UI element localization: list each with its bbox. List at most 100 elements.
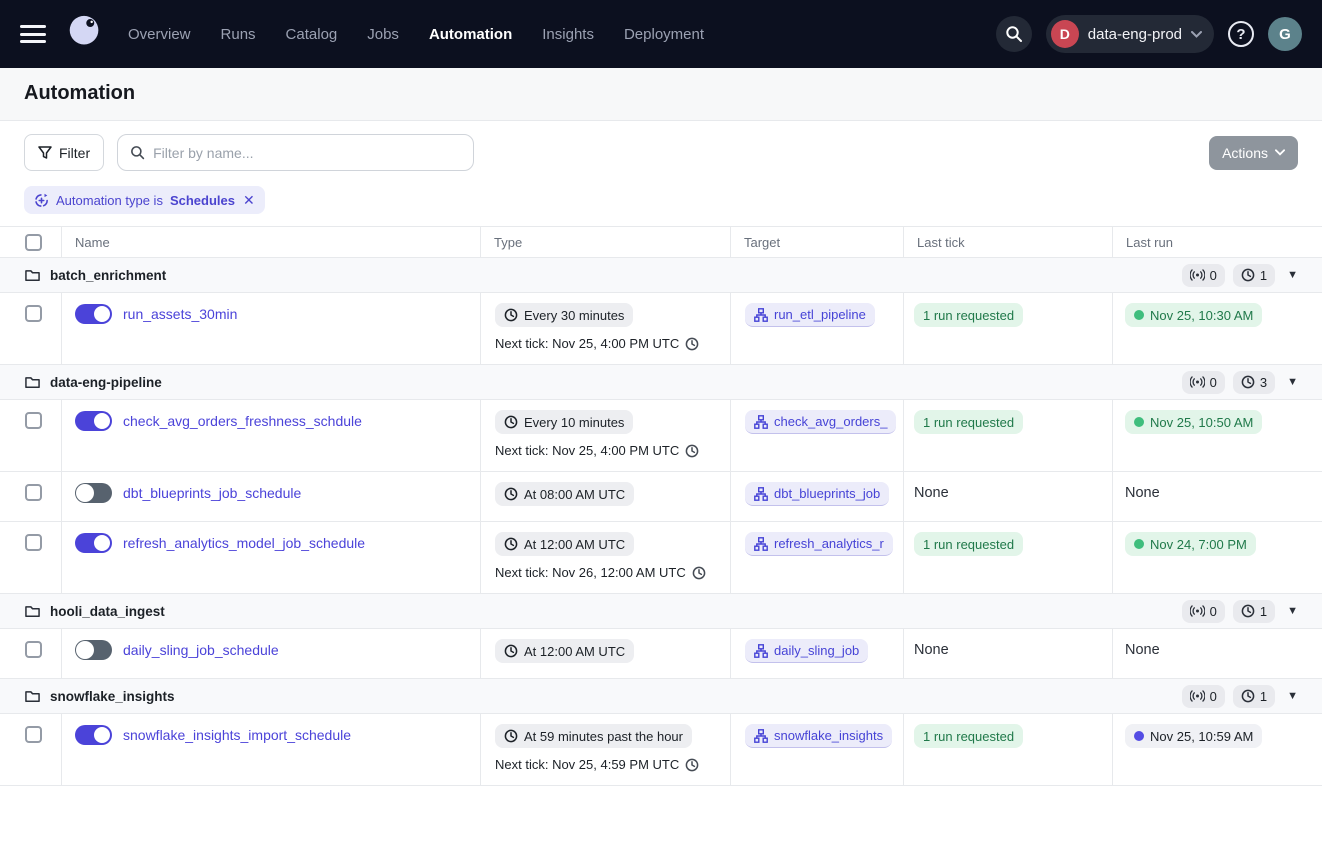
nav-item-deployment[interactable]: Deployment: [624, 26, 704, 43]
row-checkbox[interactable]: [25, 412, 42, 429]
dagster-logo-icon[interactable]: [64, 12, 106, 56]
workspace-switcher[interactable]: D data-eng-prod: [1046, 15, 1214, 53]
actions-button[interactable]: Actions: [1209, 136, 1298, 170]
clock-icon: [685, 444, 699, 458]
row-checkbox[interactable]: [25, 305, 42, 322]
last-tick-none: None: [914, 639, 949, 658]
nav-item-automation[interactable]: Automation: [429, 26, 512, 43]
last-run-pill[interactable]: Nov 25, 10:50 AM: [1125, 410, 1262, 434]
target-pill[interactable]: dbt_blueprints_job: [745, 482, 889, 506]
sensor-count: 0: [1210, 268, 1217, 283]
toggle-knob: [93, 412, 111, 430]
schedule-toggle[interactable]: [75, 411, 112, 431]
group-row-hooli_data_ingest[interactable]: hooli_data_ingest 01 ▼: [0, 594, 1322, 629]
nav-item-overview[interactable]: Overview: [128, 26, 191, 43]
type-cell: At 08:00 AM UTC: [481, 472, 731, 521]
sensor-count-badge: 0: [1182, 264, 1225, 287]
last-run-pill[interactable]: Nov 25, 10:30 AM: [1125, 303, 1262, 327]
last-tick-cell: 1 run requested: [904, 400, 1113, 471]
target-cell: daily_sling_job: [731, 629, 904, 678]
target-cell: dbt_blueprints_job: [731, 472, 904, 521]
row-checkbox[interactable]: [25, 484, 42, 501]
column-header-target: Target: [731, 227, 904, 257]
collapse-caret-icon[interactable]: ▼: [1287, 690, 1298, 702]
last-run-pill[interactable]: Nov 25, 10:59 AM: [1125, 724, 1262, 748]
sensor-count-badge: 0: [1182, 685, 1225, 708]
target-pill[interactable]: snowflake_insights: [745, 724, 892, 748]
target-pill[interactable]: check_avg_orders_: [745, 410, 896, 434]
search-icon: [130, 145, 145, 160]
filter-tag-row: Automation type is Schedules ✕: [0, 184, 1322, 226]
search-icon[interactable]: [996, 16, 1032, 52]
automation-name-link[interactable]: snowflake_insights_import_schedule: [123, 727, 351, 743]
automation-icon: [34, 193, 49, 208]
header-checkbox-cell: [0, 227, 62, 257]
nav-item-runs[interactable]: Runs: [221, 26, 256, 43]
nav-item-jobs[interactable]: Jobs: [367, 26, 399, 43]
schedule-toggle[interactable]: [75, 640, 112, 660]
nav-item-catalog[interactable]: Catalog: [286, 26, 338, 43]
group-name: snowflake_insights: [50, 689, 175, 704]
job-graph-icon: [754, 487, 768, 501]
group-name: hooli_data_ingest: [50, 604, 165, 619]
automation-name-link[interactable]: run_assets_30min: [123, 306, 237, 322]
collapse-caret-icon[interactable]: ▼: [1287, 376, 1298, 388]
job-graph-icon: [754, 415, 768, 429]
group-row-snowflake_insights[interactable]: snowflake_insights01▼: [0, 679, 1322, 714]
group-row-batch_enrichment[interactable]: batch_enrichment01▼: [0, 258, 1322, 293]
clock-icon: [504, 644, 518, 658]
filter-button[interactable]: Filter: [24, 134, 104, 171]
sensor-count-badge: 0: [1182, 600, 1225, 623]
column-header-last-tick: Last tick: [904, 227, 1113, 257]
automation-name-link[interactable]: dbt_blueprints_job_schedule: [123, 485, 301, 501]
target-cell: check_avg_orders_: [731, 400, 904, 471]
job-graph-icon: [754, 308, 768, 322]
last-run-cell: None: [1113, 629, 1322, 678]
job-graph-icon: [754, 729, 768, 743]
target-pill[interactable]: daily_sling_job: [745, 639, 868, 663]
automation-name-link[interactable]: refresh_analytics_model_job_schedule: [123, 535, 365, 551]
schedule-toggle[interactable]: [75, 304, 112, 324]
toggle-knob: [93, 534, 111, 552]
target-cell: snowflake_insights: [731, 714, 904, 785]
collapse-caret-icon[interactable]: ▼: [1287, 269, 1298, 281]
avatar[interactable]: G: [1268, 17, 1302, 51]
close-icon[interactable]: ✕: [243, 193, 255, 207]
nav-item-insights[interactable]: Insights: [542, 26, 594, 43]
schedule-toggle[interactable]: [75, 725, 112, 745]
filter-tag-prefix: Automation type is: [56, 193, 163, 208]
select-all-checkbox[interactable]: [25, 234, 42, 251]
schedule-type-pill: At 08:00 AM UTC: [495, 482, 634, 506]
type-cell: Every 30 minutesNext tick: Nov 25, 4:00 …: [481, 293, 731, 364]
clock-icon: [504, 415, 518, 429]
automation-type-filter-tag[interactable]: Automation type is Schedules ✕: [24, 186, 265, 214]
schedule-toggle[interactable]: [75, 483, 112, 503]
last-run-pill[interactable]: Nov 24, 7:00 PM: [1125, 532, 1256, 556]
row-checkbox[interactable]: [25, 641, 42, 658]
last-tick-cell: 1 run requested: [904, 522, 1113, 593]
last-run-cell: None: [1113, 472, 1322, 521]
automation-name-link[interactable]: daily_sling_job_schedule: [123, 642, 279, 658]
folder-icon: [25, 690, 40, 703]
group-name: batch_enrichment: [50, 268, 166, 283]
target-pill[interactable]: run_etl_pipeline: [745, 303, 875, 327]
schedule-toggle[interactable]: [75, 533, 112, 553]
automation-row-check_avg_orders_freshness_schdule: check_avg_orders_freshness_schduleEvery …: [0, 400, 1322, 472]
clock-icon: [504, 729, 518, 743]
menu-icon[interactable]: [20, 25, 46, 43]
row-checkbox-cell: [0, 400, 62, 471]
row-checkbox[interactable]: [25, 534, 42, 551]
group-row-data-eng-pipeline[interactable]: data-eng-pipeline03▼: [0, 365, 1322, 400]
schedule-count-badge: 3: [1233, 371, 1275, 394]
search-input[interactable]: [153, 145, 461, 161]
schedule-count-badge: 1: [1233, 600, 1275, 623]
toggle-knob: [76, 641, 94, 659]
help-icon[interactable]: ?: [1228, 21, 1254, 47]
collapse-caret-icon[interactable]: ▼: [1287, 605, 1298, 617]
row-checkbox[interactable]: [25, 726, 42, 743]
last-run-cell: Nov 25, 10:30 AM: [1113, 293, 1322, 364]
last-run-none: None: [1125, 482, 1160, 501]
name-cell: refresh_analytics_model_job_schedule: [62, 522, 481, 593]
automation-name-link[interactable]: check_avg_orders_freshness_schdule: [123, 413, 362, 429]
target-pill[interactable]: refresh_analytics_r: [745, 532, 893, 556]
